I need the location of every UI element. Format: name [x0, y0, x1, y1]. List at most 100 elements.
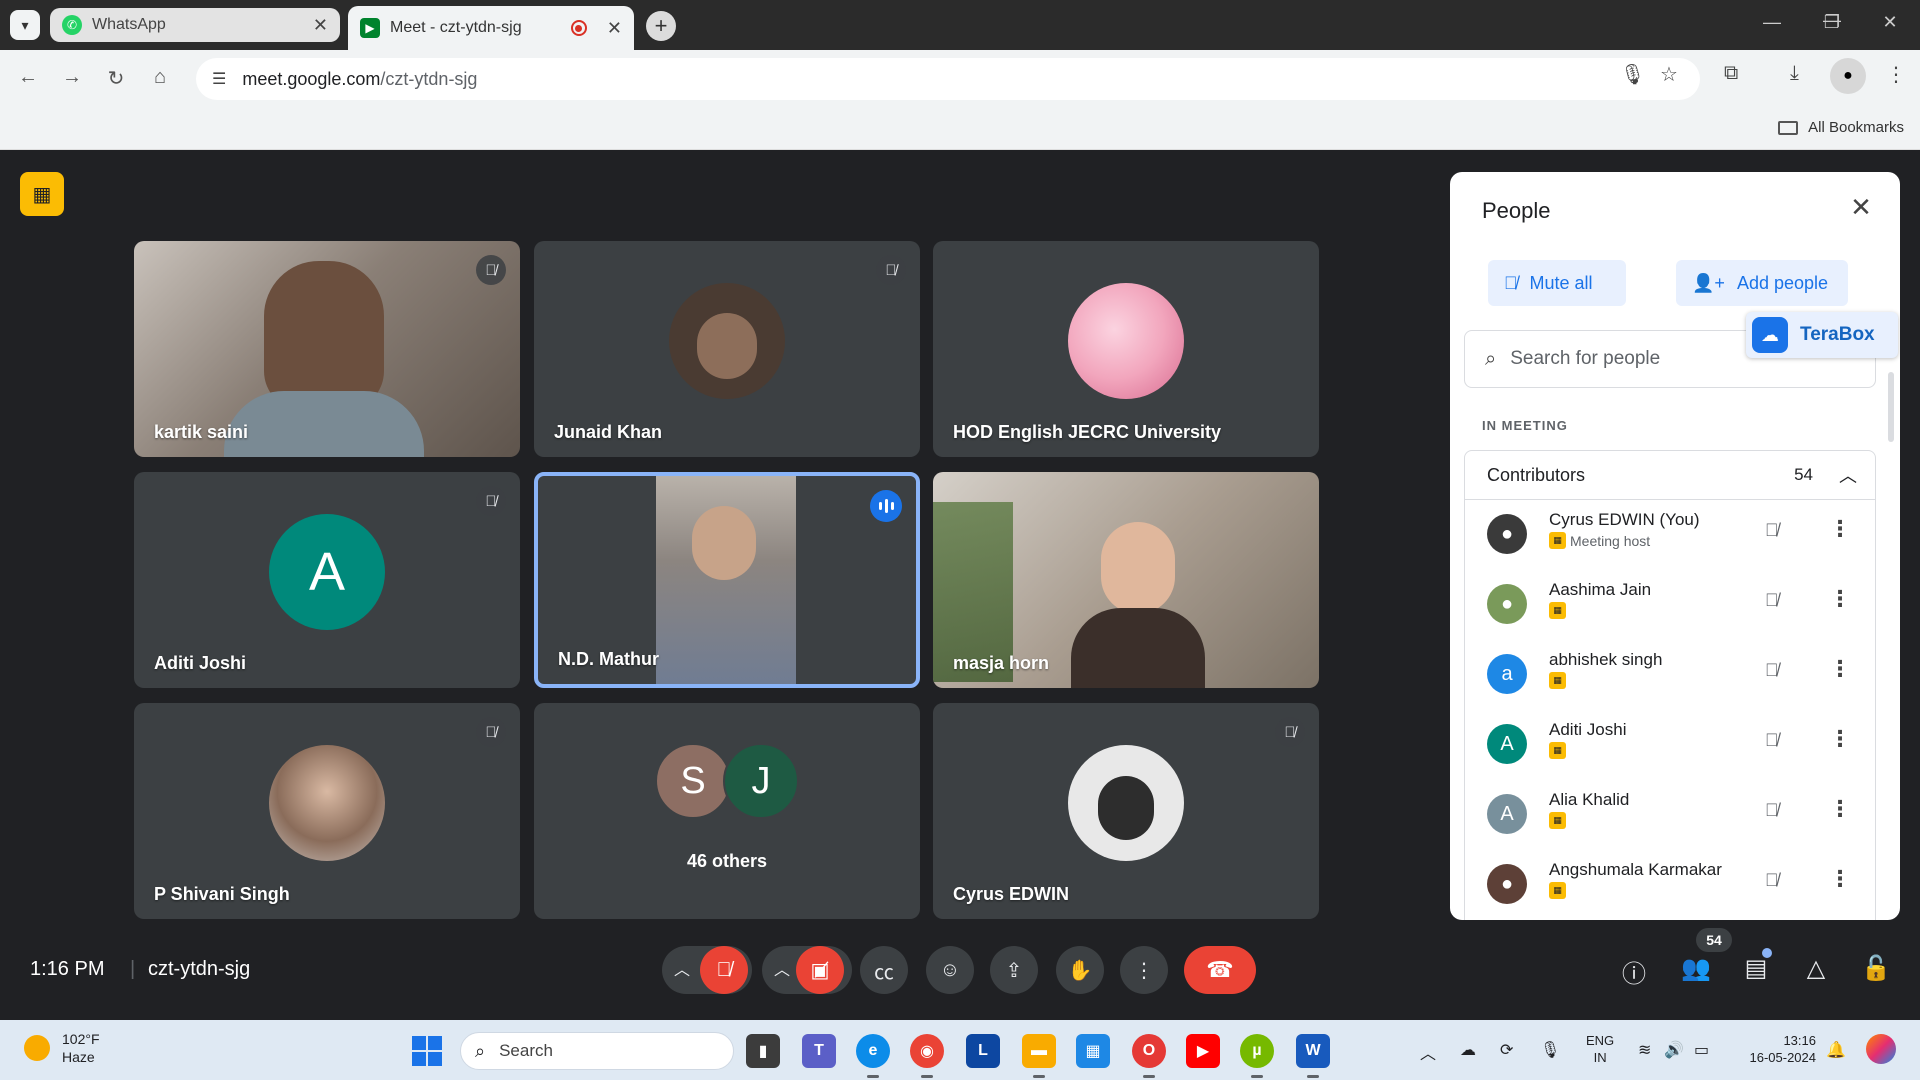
host-controls-icon[interactable]: ▦	[20, 172, 64, 216]
participant-tile-others[interactable]: S J 46 others	[534, 703, 920, 919]
l-app-icon[interactable]: L	[966, 1034, 1000, 1068]
word-icon[interactable]: W	[1296, 1034, 1330, 1078]
all-bookmarks-button[interactable]: All Bookmarks	[1778, 119, 1904, 136]
mic-off-icon[interactable]: 🎙̸	[1765, 870, 1779, 891]
raise-hand-button[interactable]: ✋	[1056, 946, 1104, 994]
participant-tile-aditi-joshi[interactable]: A 🎙̸ Aditi Joshi	[134, 472, 520, 688]
close-icon[interactable]: ✕	[313, 15, 328, 36]
download-icon[interactable]: ⤓	[1790, 62, 1799, 85]
captions-button[interactable]: ㏄	[860, 946, 908, 994]
opera-icon[interactable]: O	[1132, 1034, 1166, 1078]
close-window-icon[interactable]: ✕	[1870, 12, 1910, 33]
file-explorer-icon[interactable]: ▮	[746, 1034, 780, 1068]
participant-video-face	[1101, 522, 1175, 614]
participant-tile-hod-english[interactable]: HOD English JECRC University	[933, 241, 1319, 457]
chevron-up-icon[interactable]: ︿	[1839, 462, 1857, 488]
host-badge-icon: ▦	[1549, 812, 1566, 829]
mic-off-icon[interactable]: 🎙̸	[1765, 590, 1779, 611]
restore-icon[interactable]: ❐	[1812, 12, 1852, 33]
chevron-up-icon[interactable]: ︿	[674, 956, 690, 980]
site-info-icon[interactable]: ☰	[212, 69, 226, 89]
add-person-icon: 👤+	[1692, 272, 1725, 293]
mic-off-icon[interactable]: 🎙̸	[1765, 520, 1779, 541]
more-options-icon[interactable]: ⋮	[1829, 796, 1851, 822]
browser-menu-icon[interactable]: ⋮	[1886, 62, 1906, 87]
panel-scrollbar[interactable]	[1888, 372, 1894, 442]
edge-icon[interactable]: e	[856, 1034, 890, 1078]
weather-widget[interactable]: 102°F Haze	[24, 1030, 100, 1066]
more-options-button[interactable]: ⋮	[1120, 946, 1168, 994]
profile-avatar[interactable]: ●	[1830, 58, 1866, 94]
list-item[interactable]: ● Cyrus EDWIN (You) ▦ Meeting host 🎙̸ ⋮	[1465, 500, 1875, 570]
more-options-icon[interactable]: ⋮	[1829, 516, 1851, 542]
list-item[interactable]: ● Angshumala Karmakar ▦ 🎙̸ ⋮	[1465, 850, 1875, 920]
participant-tile-masja-horn[interactable]: masja horn	[933, 472, 1319, 688]
participant-tile-p-shivani-singh[interactable]: 🎙̸ P Shivani Singh	[134, 703, 520, 919]
taskbar-search[interactable]: ⌕ Search	[460, 1032, 734, 1070]
folder-icon[interactable]: ▬	[1022, 1034, 1056, 1078]
reload-icon[interactable]: ↻	[102, 66, 130, 91]
microphone-icon[interactable]: 🎙	[1620, 62, 1645, 87]
close-icon[interactable]: ✕	[607, 18, 622, 39]
leave-call-button[interactable]: ☎	[1184, 946, 1256, 994]
home-icon[interactable]: ⌂	[146, 66, 174, 89]
participant-tile-nd-mathur[interactable]: N.D. Mathur	[534, 472, 920, 688]
new-tab-button[interactable]: +	[646, 11, 676, 41]
chrome-icon[interactable]: ◉	[910, 1034, 944, 1078]
host-controls-lock-icon[interactable]: 🔓	[1856, 954, 1896, 983]
mic-off-icon[interactable]: 🎙̸	[1765, 800, 1779, 821]
sync-icon[interactable]: ⟳	[1500, 1040, 1513, 1060]
tab-whatsapp[interactable]: ✆ WhatsApp ✕	[50, 8, 340, 42]
participant-tile-cyrus-edwin[interactable]: 🎙̸ Cyrus EDWIN	[933, 703, 1319, 919]
list-item[interactable]: A Aditi Joshi ▦ 🎙̸ ⋮	[1465, 710, 1875, 780]
close-icon[interactable]: ✕	[1844, 192, 1878, 223]
battery-icon[interactable]: ▭	[1694, 1040, 1709, 1060]
back-icon[interactable]: ←	[14, 66, 42, 89]
minimize-icon[interactable]: —	[1752, 12, 1792, 33]
volume-icon[interactable]: 🔊	[1664, 1040, 1684, 1060]
teams-icon[interactable]: T	[802, 1034, 836, 1068]
tab-meet[interactable]: ▶ Meet - czt-ytdn-sjg ✕	[348, 6, 634, 50]
mic-off-icon[interactable]: 🎙̸	[1765, 730, 1779, 751]
participant-tile-kartik-saini[interactable]: 🎙̸ kartik saini	[134, 241, 520, 457]
more-options-icon[interactable]: ⋮	[1829, 866, 1851, 892]
list-item[interactable]: A Alia Khalid ▦ 🎙̸ ⋮	[1465, 780, 1875, 850]
contributors-group-header[interactable]: Contributors 54 ︿	[1464, 450, 1876, 500]
add-people-button[interactable]: 👤+ Add people	[1676, 260, 1848, 306]
chevron-up-icon[interactable]: ︿	[1420, 1040, 1436, 1064]
forward-icon[interactable]: →	[58, 66, 86, 89]
notification-bell-icon[interactable]: 🔔	[1826, 1040, 1846, 1060]
list-item[interactable]: ● Aashima Jain ▦ 🎙̸ ⋮	[1465, 570, 1875, 640]
clock[interactable]: 13:16 16-05-2024	[1728, 1032, 1817, 1066]
more-options-icon[interactable]: ⋮	[1829, 726, 1851, 752]
more-options-icon[interactable]: ⋮	[1829, 586, 1851, 612]
bookmark-star-icon[interactable]: ☆	[1660, 62, 1678, 87]
mute-all-button[interactable]: 🎙̸ Mute all	[1488, 260, 1626, 306]
meeting-details-icon[interactable]: ⓘ	[1614, 954, 1654, 989]
terabox-extension-button[interactable]: ☁ TeraBox	[1746, 312, 1898, 358]
windows-start-icon[interactable]	[412, 1036, 442, 1066]
chevron-up-icon[interactable]: ︿	[774, 956, 790, 980]
present-screen-button[interactable]: ⇪	[990, 946, 1038, 994]
participant-tile-junaid-khan[interactable]: 🎙̸ Junaid Khan	[534, 241, 920, 457]
microphone-toggle-button[interactable]: 🎙̸	[700, 946, 748, 994]
microphone-icon[interactable]: 🎙	[1540, 1040, 1560, 1060]
wifi-icon[interactable]: ≋	[1638, 1040, 1651, 1060]
store-icon[interactable]: ▦	[1076, 1034, 1110, 1068]
more-options-icon[interactable]: ⋮	[1829, 656, 1851, 682]
chat-icon[interactable]: ▤	[1736, 954, 1776, 983]
extensions-icon[interactable]: ⧉	[1724, 62, 1738, 85]
input-language[interactable]: ENG IN	[1586, 1032, 1614, 1066]
tab-search-chevron-icon[interactable]: ▾	[10, 10, 40, 40]
activities-icon[interactable]: △	[1796, 954, 1836, 983]
address-bar[interactable]: ☰ meet.google.com /czt-ytdn-sjg	[196, 58, 1700, 100]
list-item[interactable]: a abhishek singh ▦ 🎙̸ ⋮	[1465, 640, 1875, 710]
utorrent-icon[interactable]: µ	[1240, 1034, 1274, 1078]
people-icon[interactable]: 👥	[1676, 954, 1716, 983]
mic-off-icon[interactable]: 🎙̸	[1765, 660, 1779, 681]
emoji-reactions-button[interactable]: ☺	[926, 946, 974, 994]
camera-toggle-button[interactable]: ▣̸	[796, 946, 844, 994]
youtube-icon[interactable]: ▶	[1186, 1034, 1220, 1068]
copilot-icon[interactable]	[1866, 1034, 1896, 1064]
cloud-icon[interactable]: ☁	[1460, 1040, 1476, 1060]
